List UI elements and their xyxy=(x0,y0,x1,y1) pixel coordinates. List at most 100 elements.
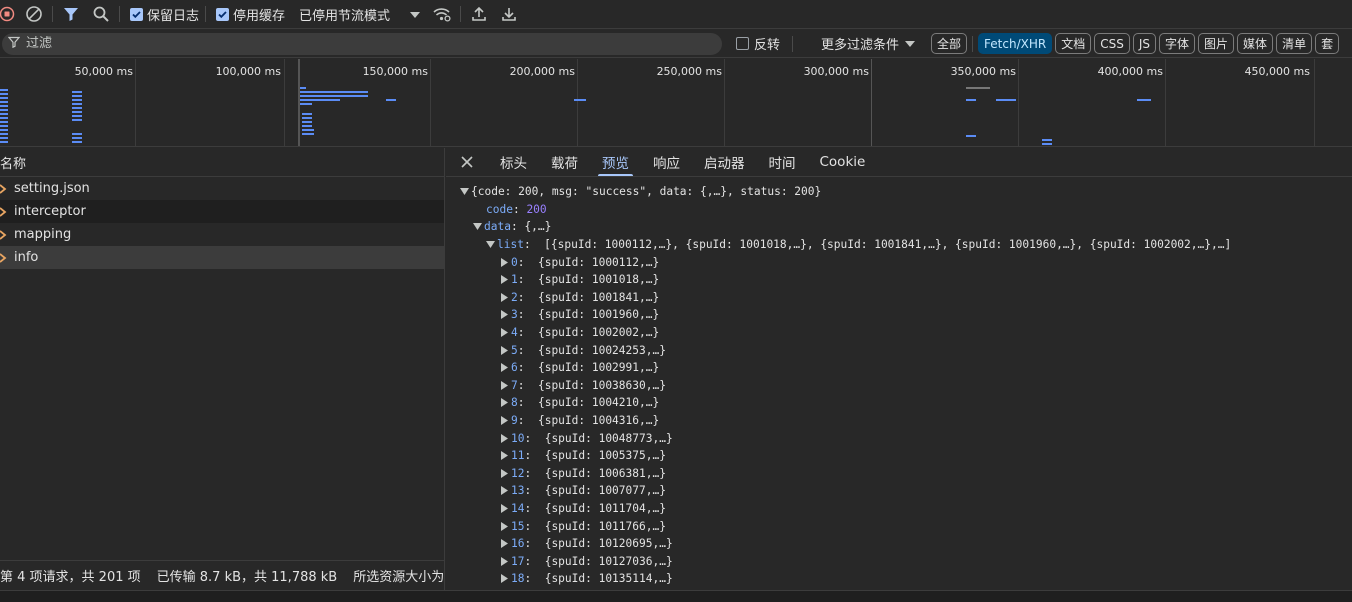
filter-chip-doc[interactable]: 文档 xyxy=(1055,33,1092,54)
clear-icon[interactable] xyxy=(22,2,46,26)
filter-chip-manifest[interactable]: 清单 xyxy=(1276,33,1313,54)
search-icon[interactable] xyxy=(89,2,113,26)
filter-chip-media[interactable]: 媒体 xyxy=(1237,33,1274,54)
tab-cookies[interactable]: Cookie xyxy=(808,148,878,176)
tree-node-code[interactable]: code: 200 xyxy=(446,201,1352,219)
toolbar-divider xyxy=(460,6,462,22)
collapsed-triangle-icon[interactable] xyxy=(498,396,511,409)
wifi-settings-icon[interactable] xyxy=(430,2,454,26)
list-item-summary: {spuId: 1001018,…} xyxy=(537,273,660,287)
collapsed-triangle-icon[interactable] xyxy=(498,432,511,445)
download-icon[interactable] xyxy=(497,2,521,26)
collapsed-triangle-icon[interactable] xyxy=(498,379,511,392)
collapsed-triangle-icon[interactable] xyxy=(498,467,511,480)
preserve-log-checkbox[interactable]: 保留日志 xyxy=(130,5,199,24)
filter-input[interactable] xyxy=(26,36,686,51)
tree-node-root[interactable]: {code: 200, msg: "success", data: {,…}, … xyxy=(446,183,1352,201)
collapsed-triangle-icon[interactable] xyxy=(498,555,511,568)
expanded-triangle-icon[interactable] xyxy=(484,238,497,251)
toolbar-divider xyxy=(119,6,120,22)
list-item-summary: {spuId: 10038630,…} xyxy=(537,378,666,392)
collapsed-triangle-icon[interactable] xyxy=(498,520,511,533)
collapsed-triangle-icon[interactable] xyxy=(498,361,511,374)
tab-initiator[interactable]: 启动器 xyxy=(692,148,757,176)
list-item[interactable]: 12: {spuId: 1006381,…} xyxy=(446,465,1352,483)
request-row[interactable]: setting.json xyxy=(0,177,444,200)
request-bar xyxy=(72,119,82,121)
list-item[interactable]: 11: {spuId: 1005375,…} xyxy=(446,447,1352,465)
network-overview-timeline[interactable]: 50,000 ms 100,000 ms 150,000 ms 200,000 … xyxy=(0,59,1352,147)
throttling-select[interactable]: 已停用节流模式 xyxy=(299,5,421,24)
collapsed-triangle-icon[interactable] xyxy=(498,449,511,462)
list-item[interactable]: 8: {spuId: 1004210,…} xyxy=(446,394,1352,412)
tab-headers[interactable]: 标头 xyxy=(488,148,539,176)
collapsed-triangle-icon[interactable] xyxy=(498,537,511,550)
invert-checkbox[interactable]: 反转 xyxy=(736,34,780,53)
expanded-triangle-icon[interactable] xyxy=(458,185,471,198)
tree-node-data[interactable]: data: {,…} xyxy=(446,218,1352,236)
invert-label: 反转 xyxy=(754,38,781,53)
list-item[interactable]: 17: {spuId: 10127036,…} xyxy=(446,552,1352,570)
stop-recording-icon[interactable] xyxy=(0,2,16,26)
collapsed-triangle-icon[interactable] xyxy=(498,484,511,497)
list-item[interactable]: 3: {spuId: 1001960,…} xyxy=(446,306,1352,324)
tab-response[interactable]: 响应 xyxy=(641,148,692,176)
close-icon[interactable] xyxy=(446,148,488,176)
list-item[interactable]: 1: {spuId: 1001018,…} xyxy=(446,271,1352,289)
collapsed-triangle-icon[interactable] xyxy=(498,414,511,427)
list-item[interactable]: 0: {spuId: 1000112,…} xyxy=(446,253,1352,271)
filter-chip-more[interactable]: 套 xyxy=(1315,33,1340,54)
list-item[interactable]: 14: {spuId: 1011704,…} xyxy=(446,500,1352,518)
collapsed-triangle-icon[interactable] xyxy=(498,308,511,321)
list-item-summary: {spuId: 1005375,…} xyxy=(544,449,666,463)
list-index: 3 xyxy=(511,308,518,322)
list-index: 14 xyxy=(511,501,525,515)
collapsed-triangle-icon[interactable] xyxy=(498,572,511,585)
tab-preview[interactable]: 预览 xyxy=(590,148,641,176)
tab-timing[interactable]: 时间 xyxy=(757,148,808,176)
disable-cache-checkbox[interactable]: 停用缓存 xyxy=(216,5,285,24)
chevron-down-icon xyxy=(905,36,916,51)
list-item[interactable]: 18: {spuId: 10135114,…} xyxy=(446,570,1352,588)
request-bar xyxy=(386,99,396,101)
list-item[interactable]: 4: {spuId: 1002002,…} xyxy=(446,324,1352,342)
request-bar xyxy=(72,107,82,109)
filter-chip-js[interactable]: JS xyxy=(1132,33,1157,54)
list-item[interactable]: 6: {spuId: 1002991,…} xyxy=(446,359,1352,377)
filter-field[interactable] xyxy=(2,32,722,55)
filter-chip-css[interactable]: CSS xyxy=(1094,33,1130,54)
toolbar-divider xyxy=(205,6,207,22)
more-filters-dropdown[interactable]: 更多过滤条件 xyxy=(821,34,916,53)
upload-icon[interactable] xyxy=(467,2,491,26)
list-item[interactable]: 16: {spuId: 10120695,…} xyxy=(446,535,1352,553)
collapsed-triangle-icon[interactable] xyxy=(498,273,511,286)
tab-payload[interactable]: 载荷 xyxy=(539,148,590,176)
timeline-tick-label: 300,000 ms xyxy=(803,65,869,78)
list-index: 15 xyxy=(511,519,525,533)
request-row[interactable]: mapping xyxy=(0,223,444,246)
filter-chip-font[interactable]: 字体 xyxy=(1159,33,1196,54)
expanded-triangle-icon[interactable] xyxy=(471,220,484,233)
tree-node-list[interactable]: list: [{spuId: 1000112,…}, {spuId: 10010… xyxy=(446,236,1352,254)
name-column-header[interactable]: 名称 xyxy=(0,148,444,177)
collapsed-triangle-icon[interactable] xyxy=(498,291,511,304)
list-item[interactable]: 13: {spuId: 1007077,…} xyxy=(446,482,1352,500)
collapsed-triangle-icon[interactable] xyxy=(498,256,511,269)
list-item[interactable]: 7: {spuId: 10038630,…} xyxy=(446,377,1352,395)
request-row-selected[interactable]: info xyxy=(0,246,444,269)
list-item[interactable]: 5: {spuId: 10024253,…} xyxy=(446,341,1352,359)
collapsed-triangle-icon[interactable] xyxy=(498,502,511,515)
list-item[interactable]: 10: {spuId: 10048773,…} xyxy=(446,429,1352,447)
list-item[interactable]: 2: {spuId: 1001841,…} xyxy=(446,289,1352,307)
request-bar xyxy=(996,99,1016,101)
resource-type-filters: 全部 Fetch/XHR 文档 CSS JS 字体 图片 媒体 清单 套 xyxy=(931,33,1340,54)
collapsed-triangle-icon[interactable] xyxy=(498,344,511,357)
filter-chip-fetch-xhr[interactable]: Fetch/XHR xyxy=(978,33,1053,54)
collapsed-triangle-icon[interactable] xyxy=(498,326,511,339)
filter-chip-all[interactable]: 全部 xyxy=(931,33,968,54)
filter-icon[interactable] xyxy=(59,2,83,26)
request-row[interactable]: interceptor xyxy=(0,200,444,223)
list-item[interactable]: 9: {spuId: 1004316,…} xyxy=(446,412,1352,430)
filter-chip-img[interactable]: 图片 xyxy=(1198,33,1235,54)
list-item[interactable]: 15: {spuId: 1011766,…} xyxy=(446,517,1352,535)
